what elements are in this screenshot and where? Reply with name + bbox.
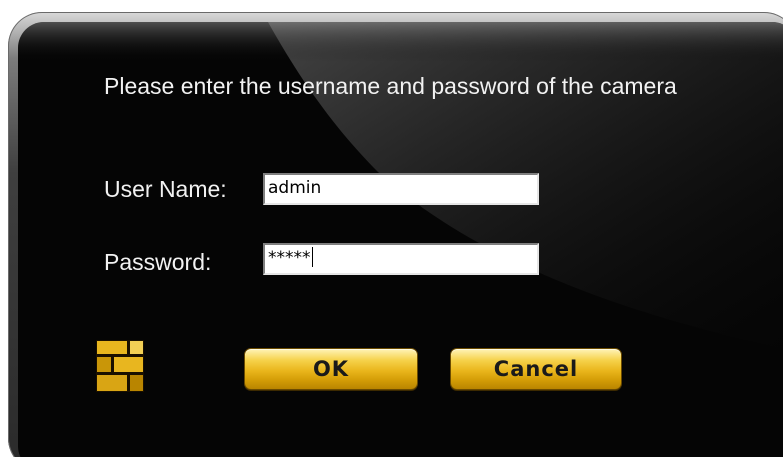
- username-input[interactable]: admin: [263, 173, 539, 205]
- brick-wall-icon: [96, 340, 144, 392]
- text-caret: [311, 247, 313, 267]
- cancel-button[interactable]: Cancel: [450, 348, 622, 390]
- password-input[interactable]: *****: [263, 243, 539, 275]
- ok-button[interactable]: OK: [244, 348, 418, 390]
- password-mask: *****: [268, 248, 311, 268]
- password-label: Password:: [104, 249, 212, 275]
- username-label: User Name:: [104, 176, 227, 202]
- message-text: Please enter the username and password o…: [104, 73, 677, 99]
